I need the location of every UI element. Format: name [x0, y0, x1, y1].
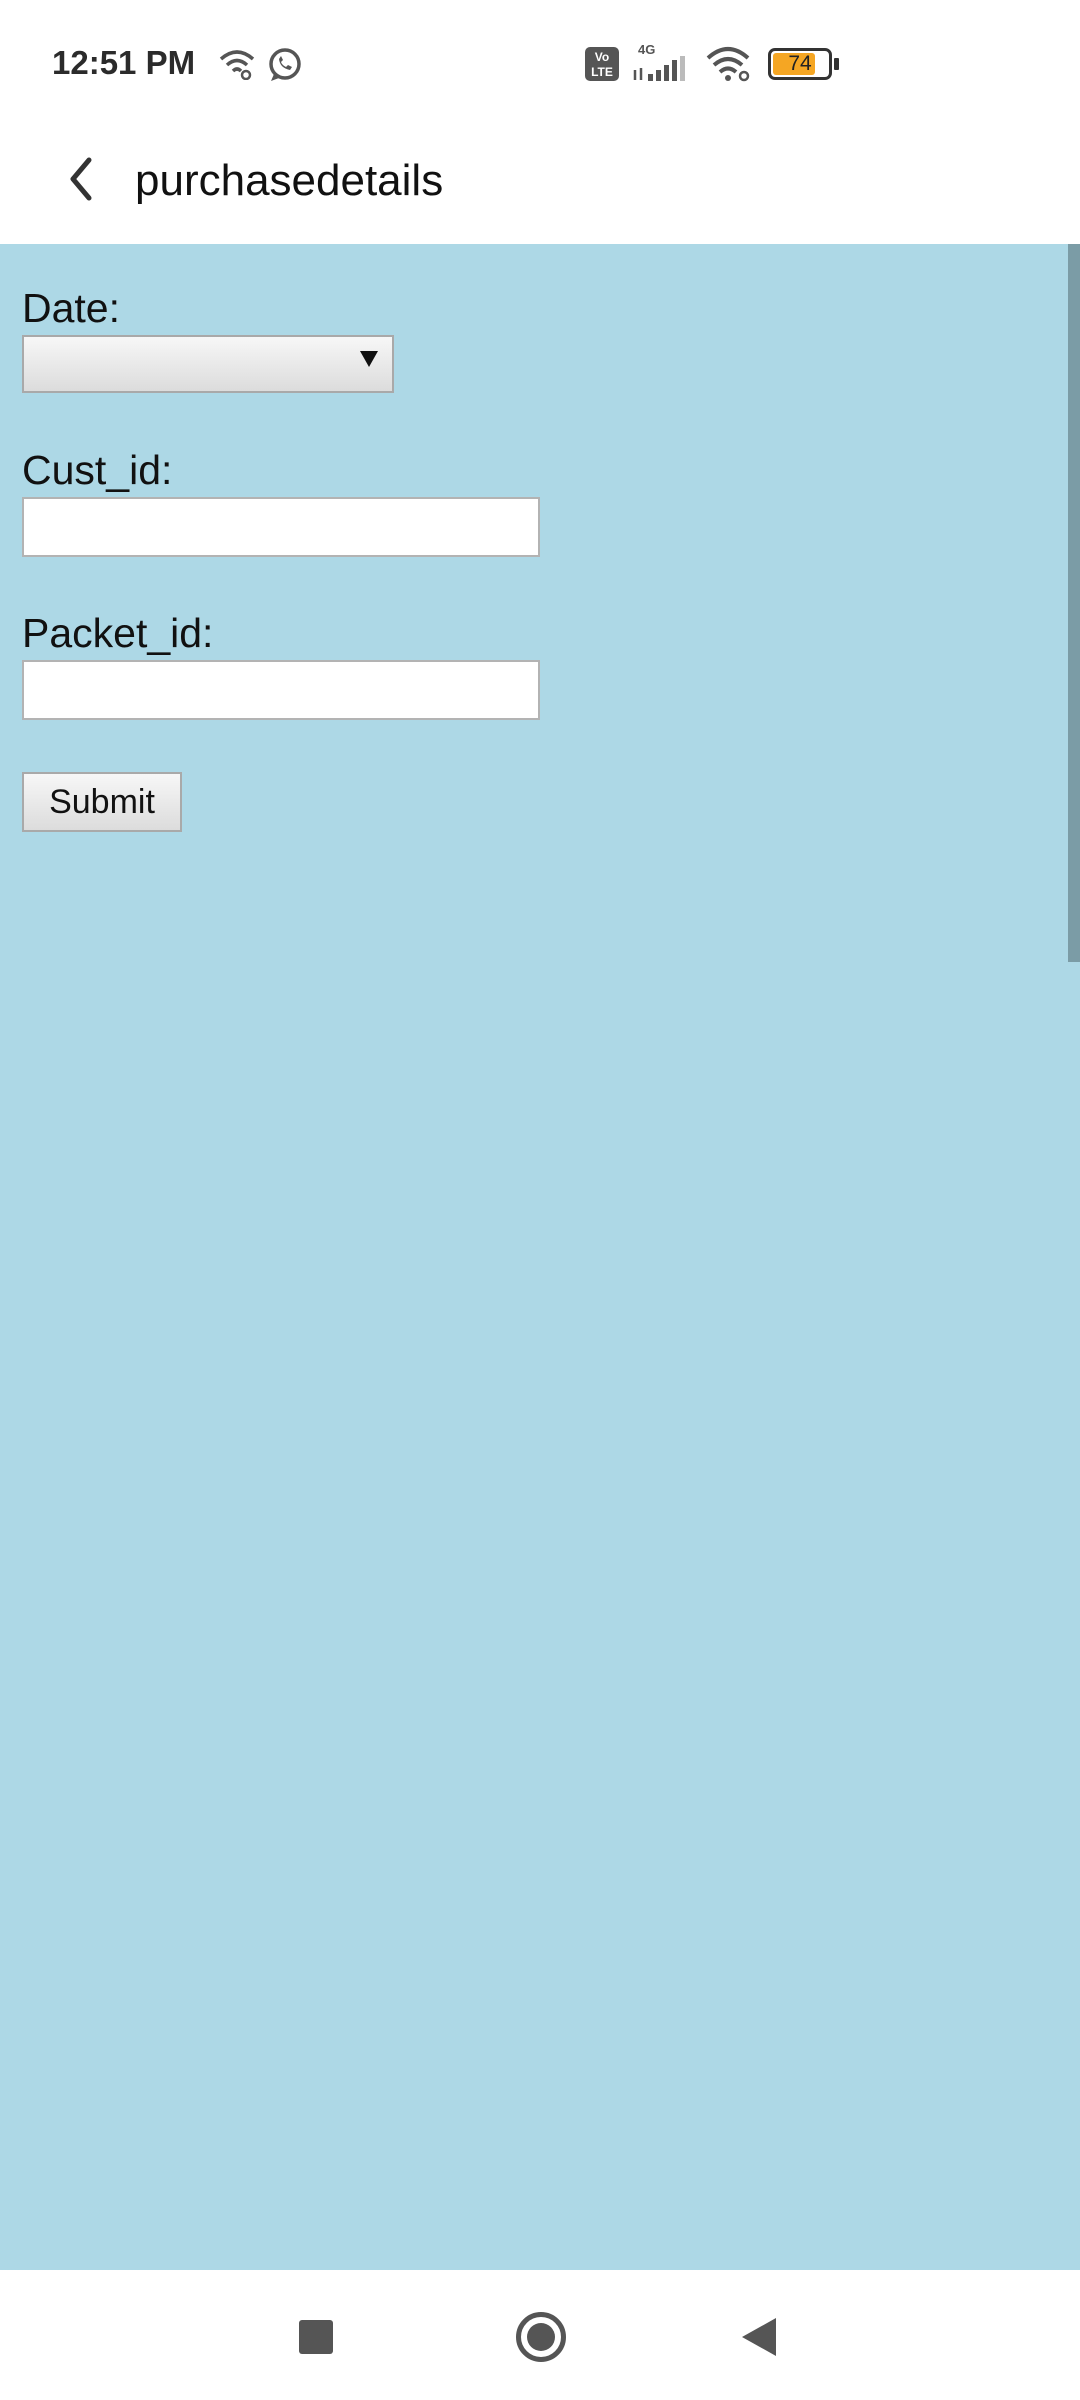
- home-circle-icon[interactable]: [516, 2312, 566, 2362]
- date-select[interactable]: [22, 335, 394, 393]
- page-title: purchasedetails: [135, 156, 444, 205]
- status-time: 12:51 PM: [52, 44, 196, 81]
- battery-icon: 74: [768, 48, 832, 80]
- back-triangle-icon[interactable]: [742, 2318, 776, 2356]
- scrollbar[interactable]: [1068, 244, 1080, 962]
- status-bar: 12:51 PM Vo LTE 4G 74: [0, 0, 1080, 128]
- app-bar: purchasedetails: [0, 128, 1080, 244]
- battery-percent: 74: [788, 52, 812, 75]
- network-type-label: 4G: [638, 42, 656, 57]
- cust-id-input[interactable]: [22, 497, 540, 557]
- wifi-icon: [706, 47, 750, 82]
- submit-button[interactable]: Submit: [22, 772, 182, 832]
- chevron-left-icon: [70, 157, 92, 201]
- cust-id-label: Cust_id:: [22, 447, 173, 493]
- wifi-hotspot-icon: [219, 50, 255, 80]
- back-button[interactable]: [46, 144, 116, 214]
- date-label: Date:: [22, 285, 120, 331]
- volte-icon: Vo LTE: [585, 47, 619, 81]
- packet-id-input[interactable]: [22, 660, 540, 720]
- 4g-signal-icon: [633, 56, 685, 81]
- recents-square-icon[interactable]: [299, 2320, 333, 2354]
- whatsapp-icon: [269, 48, 301, 81]
- packet-id-label: Packet_id:: [22, 610, 214, 656]
- dropdown-arrow-icon: [360, 351, 378, 367]
- webview-content[interactable]: Date: Cust_id: Packet_id: Submit: [0, 244, 1080, 2270]
- battery-tip: [834, 58, 839, 70]
- svg-text:Vo: Vo: [595, 50, 609, 64]
- navigation-bar: [0, 2270, 1080, 2400]
- svg-text:LTE: LTE: [591, 65, 613, 79]
